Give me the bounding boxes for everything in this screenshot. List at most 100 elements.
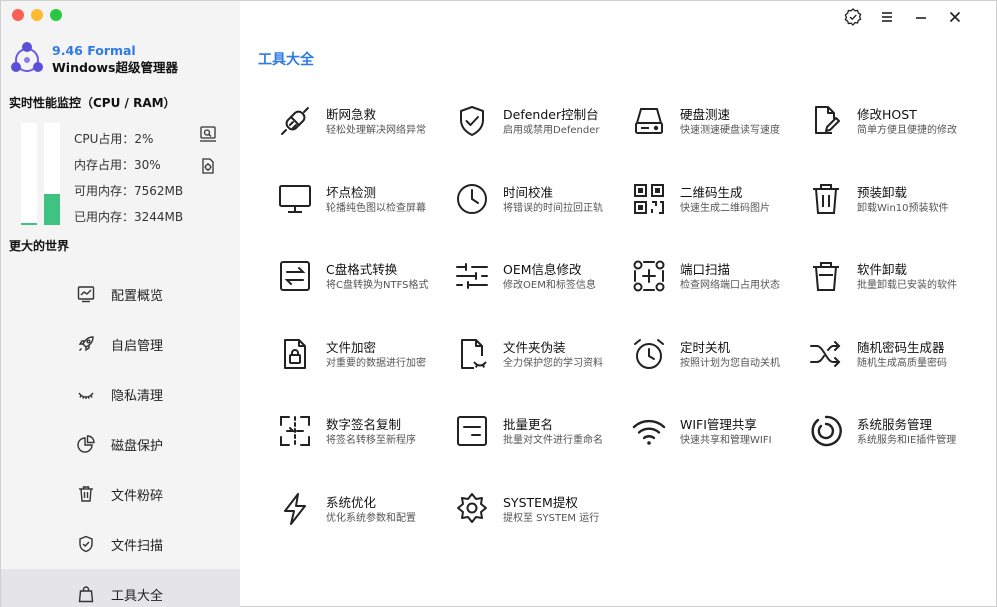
tool-scheduled-shutdown[interactable]: 定时关机按照计划为您自动关机 [631, 334, 808, 412]
pie-icon [77, 435, 95, 453]
tool-edit-host[interactable]: 修改HOST 简单方便且便捷的修改 [808, 101, 985, 179]
tool-name: 预装卸载 [857, 184, 908, 200]
tool-desc: 轻松处理解决网络异常 [326, 125, 426, 136]
tool-name: SYSTEM提权 [503, 494, 578, 510]
slogan: 更大的世界 [9, 239, 70, 253]
tool-name: C盘格式转换 [326, 262, 398, 277]
tool-name: 坏点检测 [326, 184, 377, 200]
tool-software-uninstall[interactable]: 软件卸载批量卸载已安装的软件 [808, 256, 985, 334]
app-window: 9.46 Formal Windows超级管理器 实时性能监控（CPU / RA… [0, 0, 997, 607]
tool-signature-copy[interactable]: 数字签名复制 将签名转移至新程序 [277, 411, 454, 489]
file-lock-icon [284, 338, 306, 369]
window-controls [12, 9, 62, 21]
tool-name: Defender控制台 [503, 107, 599, 122]
tool-port-scan[interactable]: 端口扫描 检查网络端口占用状态 [631, 256, 808, 334]
rocket-icon [78, 336, 94, 352]
tool-name: 数字签名复制 [326, 417, 402, 432]
tool-name: 修改HOST [857, 107, 917, 122]
mem-usage-text: 内存占用：30% [74, 158, 161, 172]
sidebar-item-disk[interactable]: 磁盘保护 [1, 419, 240, 469]
tool-qrcode[interactable]: 二维码生成 快速生成二维码图片 [631, 179, 808, 257]
minimize-button[interactable] [912, 8, 930, 26]
tool-name: 系统服务管理 [857, 417, 933, 432]
tool-oem-edit[interactable]: OEM信息修改 修改OEM和标签信息 [454, 256, 631, 334]
sidebar-item-startup[interactable]: 自启管理 [1, 319, 240, 369]
tool-desc: 批量对文件进行重命名 [503, 435, 603, 446]
minimize-window-button[interactable] [31, 9, 43, 21]
tool-network-fix[interactable]: 断网急救 轻松处理解决网络异常 [277, 101, 454, 179]
eye-closed-icon [78, 392, 94, 399]
tool-desc: 修改OEM和标签信息 [503, 280, 596, 291]
tool-desc: 提权至 SYSTEM 运行 [503, 512, 600, 524]
tool-name: 软件卸载 [857, 262, 908, 277]
gear-cog-icon [457, 492, 487, 523]
sidebar-item-shred[interactable]: 文件粉碎 [1, 469, 240, 519]
tool-name: 文件加密 [326, 339, 377, 355]
tool-desc: 系统服务和IE插件管理 [857, 435, 957, 446]
tool-desc: 快速共享和管理WIFI [680, 435, 772, 446]
app-name: Windows超级管理器 [52, 60, 178, 75]
sidebar-item-toolbox[interactable]: 工具大全 [1, 569, 240, 607]
tool-time-sync[interactable]: 时间校准 将错误的时间拉回正轨 [454, 179, 631, 257]
trash-icon [79, 486, 93, 502]
tool-desc: 简单方便且便捷的修改 [857, 125, 957, 136]
tool-dead-pixel[interactable]: 坏点检测轮播纯色图以检查屏幕 [277, 179, 454, 257]
sidebar-item-overview[interactable]: 配置概览 [1, 269, 240, 319]
qrcode-icon [634, 183, 664, 214]
usage-stats: CPU占用：2% 内存占用：30% 可用内存：7562MB 已用内存：3244M… [74, 129, 183, 233]
sidebar-item-privacy[interactable]: 隐私清理 [1, 369, 240, 419]
scan-icon [633, 260, 665, 292]
tool-disk-speed[interactable]: 硬盘测速快速测速硬盘读写速度 [631, 101, 808, 179]
verified-badge-icon [844, 8, 862, 26]
bag-icon [78, 586, 94, 603]
verified-badge-button[interactable] [844, 8, 862, 26]
close-window-button[interactable] [12, 9, 24, 21]
sidebar-item-label: 文件粉碎 [111, 488, 164, 504]
tool-preinstalled-uninstall[interactable]: 预装卸载 卸载Win10预装软件 [808, 179, 985, 257]
tool-system-optimize[interactable]: 系统优化 优化系统参数和配置 [277, 489, 454, 567]
menu-icon [882, 12, 892, 22]
wifi-icon [632, 419, 666, 445]
tool-name: 批量更名 [503, 417, 554, 432]
tool-desc: 将C盘转换为NTFS格式 [326, 280, 429, 291]
sidebar-item-scan[interactable]: 文件扫描 [1, 519, 240, 569]
drive-icon [635, 108, 663, 134]
used-memory-text: 已用内存：3244MB [74, 210, 184, 224]
tool-name: 定时关机 [680, 339, 731, 355]
tool-desc: 对重要的数据进行加密 [326, 357, 426, 369]
close-button[interactable] [946, 8, 964, 26]
tool-password-generator[interactable]: 随机密码生成器 随机生成高质量密码 [808, 334, 985, 412]
tool-desc: 快速测速硬盘读写速度 [680, 125, 780, 136]
tool-system-elevate[interactable]: SYSTEM提权提权至 SYSTEM 运行 [454, 489, 631, 567]
tool-ntfs-convert[interactable]: C盘格式转换将C盘转换为NTFS格式 [277, 256, 454, 334]
brand: 9.46 Formal Windows超级管理器 [9, 41, 178, 77]
maximize-window-button[interactable] [50, 9, 62, 21]
cpu-usage-text: CPU占用：2% [74, 132, 154, 146]
tool-desc: 随机生成高质量密码 [857, 357, 947, 369]
trash-icon [813, 183, 839, 214]
tool-service-manager[interactable]: 系统服务管理系统服务和IE插件管理 [808, 411, 985, 489]
title-bar-controls [844, 8, 964, 26]
bin-icon [813, 262, 839, 291]
clock-icon [457, 183, 487, 214]
tool-name: 硬盘测速 [680, 107, 731, 122]
tool-folder-disguise[interactable]: 文件夹伪装 全力保护您的学习资料 [454, 334, 631, 412]
convert-icon [280, 261, 310, 291]
tool-batch-rename[interactable]: 批量更名批量对文件进行重命名 [454, 411, 631, 489]
tool-desc: 批量卸载已安装的软件 [857, 280, 957, 291]
page-title: 工具大全 [258, 52, 314, 68]
menu-button[interactable] [878, 8, 896, 26]
tool-file-encrypt[interactable]: 文件加密对重要的数据进行加密 [277, 334, 454, 412]
memory-detail-icon[interactable] [199, 157, 217, 175]
close-icon [949, 11, 961, 23]
monitor-icon [279, 184, 311, 213]
tool-defender[interactable]: Defender控制台 启用或禁用Defender [454, 101, 631, 179]
tool-grid: 断网急救 轻松处理解决网络异常 Defender控制台 启用或禁用Defender … [277, 101, 985, 566]
tool-desc: 按照计划为您自动关机 [680, 357, 780, 369]
tool-desc: 轮播纯色图以检查屏幕 [326, 202, 426, 214]
shield-icon [460, 106, 484, 136]
tool-desc: 快速生成二维码图片 [680, 202, 770, 214]
tool-name: WIFI管理共享 [680, 417, 757, 432]
tool-wifi-share[interactable]: WIFI管理共享快速共享和管理WIFI [631, 411, 808, 489]
cpu-detail-icon[interactable] [199, 125, 217, 143]
